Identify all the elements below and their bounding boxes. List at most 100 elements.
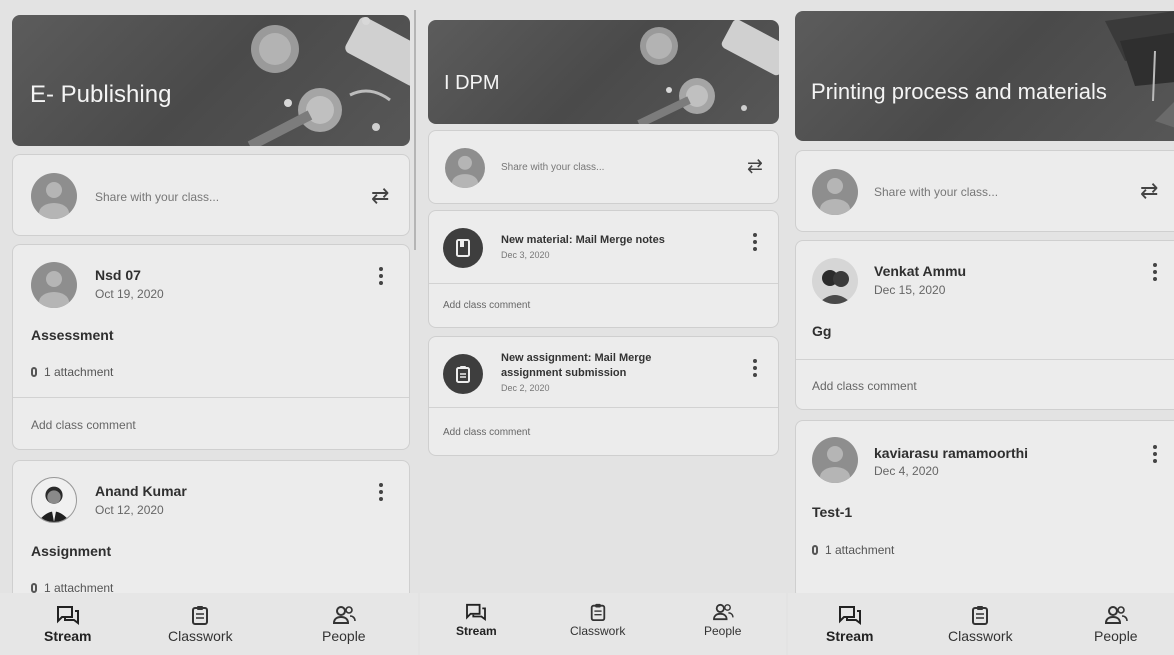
nav-people[interactable]: People bbox=[704, 603, 741, 638]
post-author: Venkat Ammu bbox=[874, 263, 967, 279]
stream-icon bbox=[838, 606, 861, 625]
item-date: Dec 3, 2020 bbox=[501, 250, 550, 260]
scrollbar[interactable] bbox=[414, 10, 416, 250]
share-placeholder[interactable]: Share with your class... bbox=[501, 162, 604, 173]
nav-people-label: People bbox=[704, 624, 742, 638]
nav-stream[interactable]: Stream bbox=[44, 605, 91, 644]
paperclip-icon bbox=[812, 545, 818, 555]
avatar bbox=[31, 477, 77, 523]
more-vert-icon[interactable] bbox=[379, 483, 383, 504]
post-card: Venkat Ammu Dec 15, 2020 Gg Add class co… bbox=[795, 240, 1174, 410]
nav-stream[interactable]: Stream bbox=[826, 605, 873, 644]
item-title[interactable]: New material: Mail Merge notes bbox=[501, 233, 731, 248]
people-icon bbox=[1104, 606, 1128, 624]
avatar bbox=[31, 262, 77, 308]
bottom-nav: Stream Classwork People bbox=[788, 593, 1174, 655]
share-placeholder[interactable]: Share with your class... bbox=[95, 190, 219, 204]
default-avatar-icon bbox=[39, 182, 69, 219]
banner-illustration bbox=[247, 17, 410, 146]
attachment-label: 1 attachment bbox=[825, 543, 895, 557]
share-box[interactable]: Share with your class... ⇄ bbox=[428, 130, 779, 204]
attachment-link[interactable]: 1 attachment bbox=[31, 365, 113, 379]
people-icon bbox=[712, 603, 734, 621]
more-vert-icon[interactable] bbox=[753, 359, 757, 380]
class-title[interactable]: E- Publishing bbox=[30, 81, 171, 109]
add-comment-field[interactable]: Add class comment bbox=[443, 300, 530, 311]
post-date: Dec 4, 2020 bbox=[874, 464, 939, 478]
post-text: Assignment bbox=[31, 543, 112, 559]
avatar bbox=[812, 169, 858, 215]
attachment-link[interactable]: 1 attachment bbox=[812, 543, 894, 557]
post-author: Nsd 07 bbox=[95, 267, 141, 283]
add-comment-field[interactable]: Add class comment bbox=[812, 379, 917, 393]
post-author: Anand Kumar bbox=[95, 483, 187, 499]
post-author: kaviarasu ramamoorthi bbox=[874, 445, 1029, 461]
repost-icon[interactable]: ⇄ bbox=[747, 157, 763, 176]
assignment-card: New assignment: Mail Merge assignment su… bbox=[428, 336, 779, 456]
nav-people[interactable]: People bbox=[322, 605, 366, 644]
divider bbox=[429, 407, 778, 408]
post-date: Oct 19, 2020 bbox=[95, 287, 164, 301]
add-comment-field[interactable]: Add class comment bbox=[31, 418, 136, 432]
class-title[interactable]: Printing process and materials bbox=[811, 79, 1107, 105]
nav-people-label: People bbox=[322, 628, 366, 644]
divider bbox=[429, 283, 778, 284]
default-avatar-icon bbox=[820, 178, 850, 215]
nav-stream[interactable]: Stream bbox=[456, 603, 497, 638]
more-vert-icon[interactable] bbox=[1153, 445, 1157, 466]
nav-stream-label: Stream bbox=[456, 624, 497, 638]
people-icon bbox=[332, 606, 356, 624]
class-title[interactable]: I DPM bbox=[444, 72, 500, 95]
class-banner: Printing process and materials bbox=[795, 11, 1174, 141]
nav-classwork[interactable]: Classwork bbox=[168, 605, 233, 644]
nav-stream-label: Stream bbox=[44, 628, 92, 644]
item-title[interactable]: New assignment: Mail Merge assignment su… bbox=[501, 351, 701, 381]
default-avatar-icon bbox=[820, 446, 850, 483]
nav-classwork-label: Classwork bbox=[168, 628, 233, 644]
classwork-icon bbox=[590, 603, 605, 621]
nav-classwork[interactable]: Classwork bbox=[570, 603, 625, 638]
nav-classwork-label: Classwork bbox=[948, 628, 1013, 644]
post-card: kaviarasu ramamoorthi Dec 4, 2020 Test-1… bbox=[795, 420, 1174, 600]
avatar bbox=[31, 173, 77, 219]
share-box[interactable]: Share with your class... ⇄ bbox=[12, 154, 410, 236]
attachment-label: 1 attachment bbox=[44, 365, 114, 379]
assignment-icon bbox=[443, 354, 483, 394]
more-vert-icon[interactable] bbox=[1153, 263, 1157, 284]
repost-icon[interactable]: ⇄ bbox=[371, 185, 389, 207]
nav-people-label: People bbox=[1094, 628, 1138, 644]
post-text: Test-1 bbox=[812, 504, 853, 520]
default-avatar-icon bbox=[451, 155, 479, 188]
class-banner: E- Publishing bbox=[12, 15, 410, 146]
avatar bbox=[812, 258, 858, 304]
divider bbox=[13, 397, 409, 398]
add-comment-field[interactable]: Add class comment bbox=[443, 427, 530, 438]
nav-classwork[interactable]: Classwork bbox=[948, 605, 1013, 644]
repost-icon[interactable]: ⇄ bbox=[1140, 180, 1158, 202]
bottom-nav: Stream Classwork People bbox=[0, 593, 418, 655]
banner-illustration bbox=[637, 20, 779, 124]
nav-stream-label: Stream bbox=[826, 628, 874, 644]
post-text: Gg bbox=[812, 323, 832, 339]
item-date: Dec 2, 2020 bbox=[501, 383, 550, 393]
paperclip-icon bbox=[31, 583, 37, 593]
share-box[interactable]: Share with your class... ⇄ bbox=[795, 150, 1174, 232]
default-avatar-icon bbox=[39, 271, 69, 308]
material-icon bbox=[443, 228, 483, 268]
book-icon bbox=[456, 239, 470, 257]
avatar bbox=[445, 148, 485, 188]
clipboard-icon bbox=[456, 366, 470, 383]
nav-people[interactable]: People bbox=[1094, 605, 1138, 644]
material-card: New material: Mail Merge notes Dec 3, 20… bbox=[428, 210, 779, 328]
profile-photo-icon bbox=[37, 486, 71, 522]
post-text: Assessment bbox=[31, 327, 114, 343]
stream-icon bbox=[466, 603, 487, 621]
paperclip-icon bbox=[31, 367, 37, 377]
more-vert-icon[interactable] bbox=[379, 267, 383, 288]
post-card: Nsd 07 Oct 19, 2020 Assessment 1 attachm… bbox=[12, 244, 410, 450]
stream-icon bbox=[56, 606, 79, 625]
classwork-icon bbox=[972, 606, 989, 625]
bottom-nav: Stream Classwork People bbox=[420, 593, 786, 655]
share-placeholder[interactable]: Share with your class... bbox=[874, 185, 998, 199]
more-vert-icon[interactable] bbox=[753, 233, 757, 254]
